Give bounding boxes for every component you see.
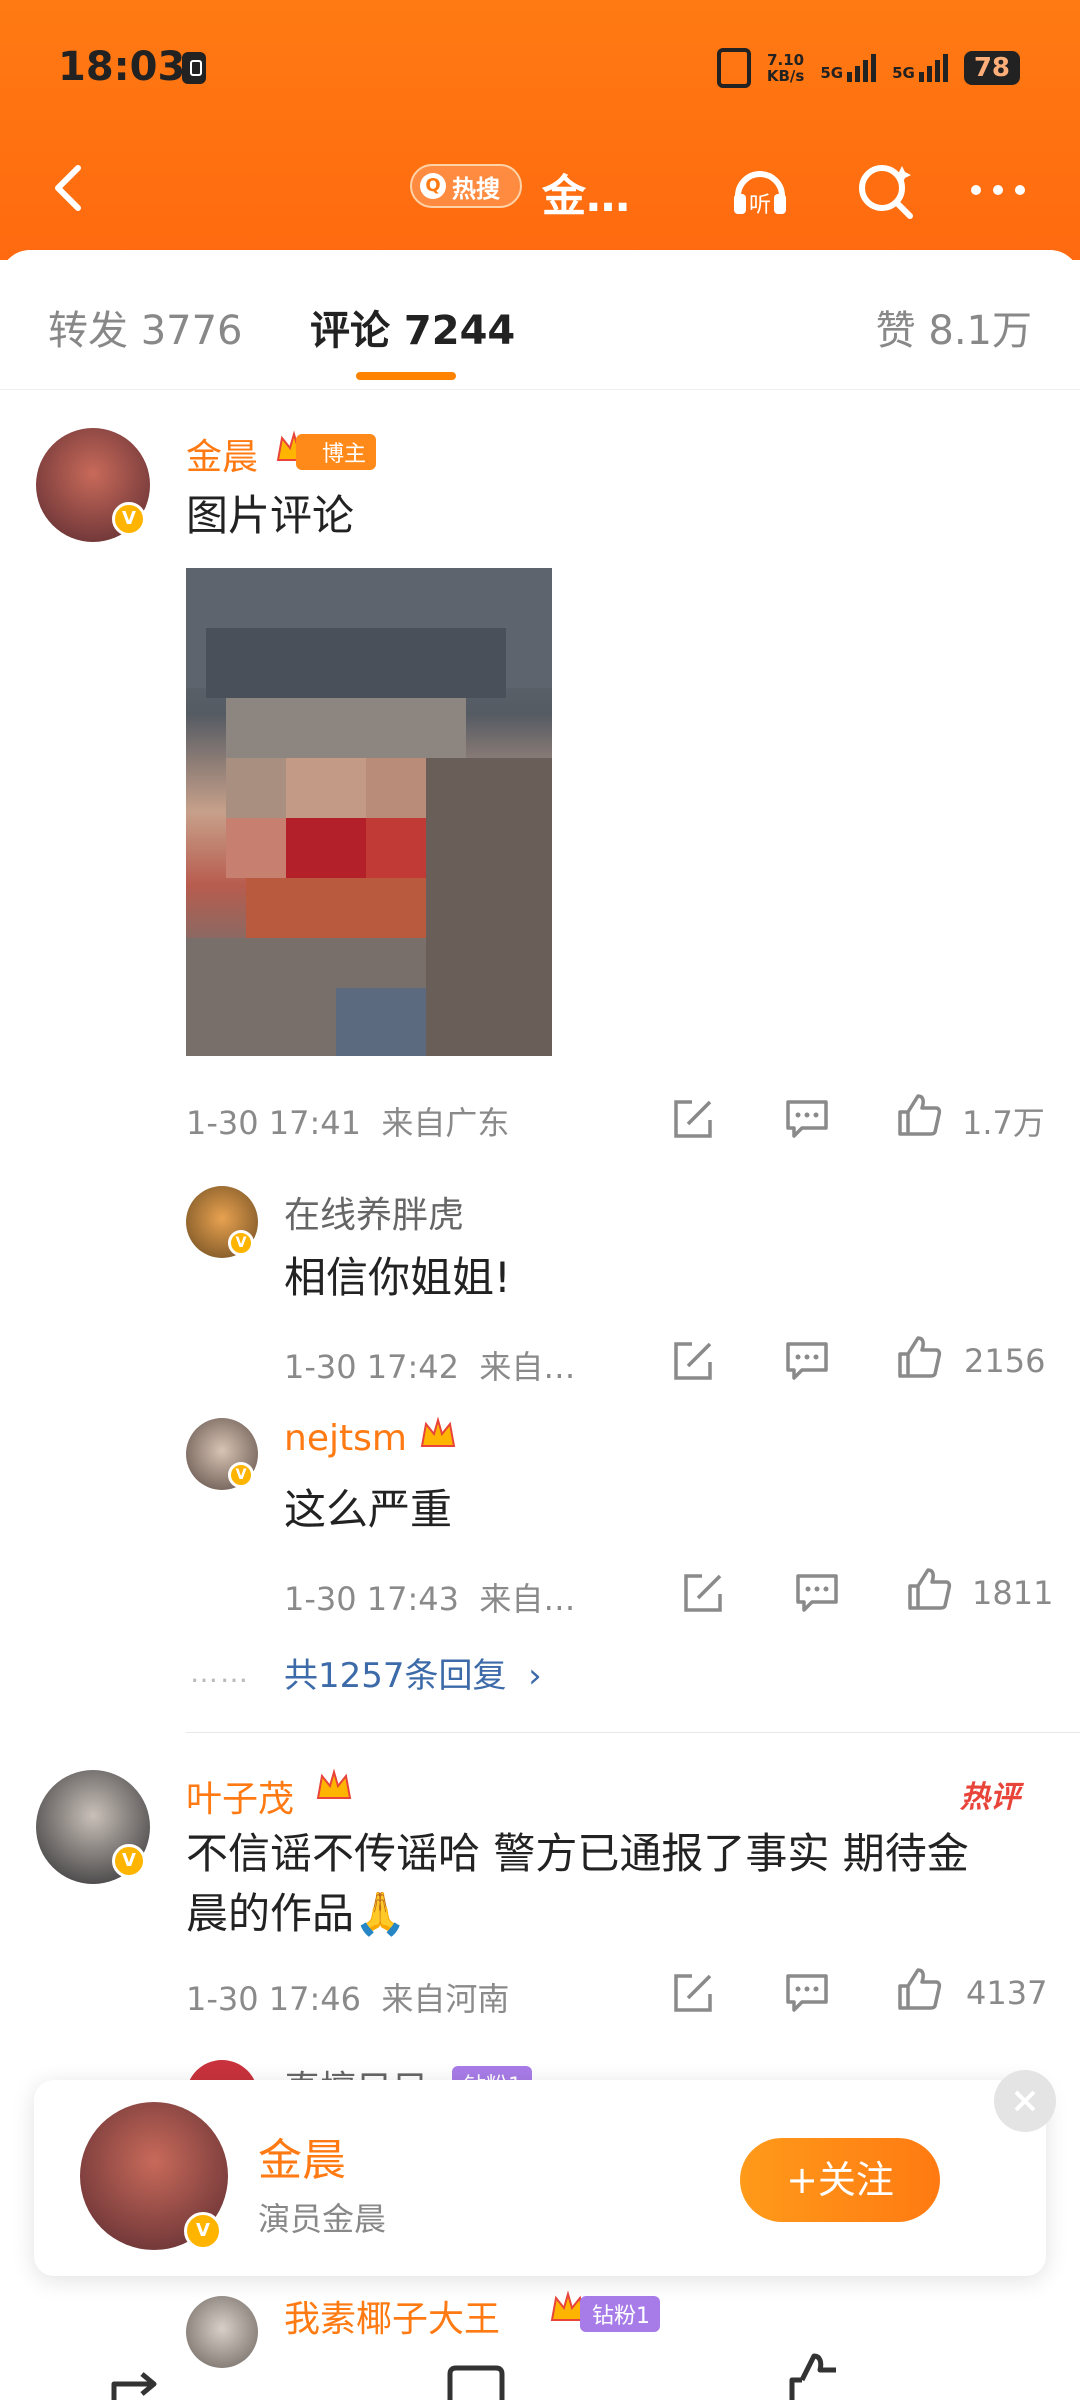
share-icon[interactable] [680,1570,726,1616]
comment-meta: 1-30 17:46 来自河南 [186,1980,510,2018]
reply-username[interactable]: 在线养胖虎 [284,1186,464,1238]
reply-text: 相信你姐姐! [284,1253,511,1302]
verified-badge-icon: V [228,1462,254,1488]
reply-meta: 1-30 17:42 来自… [284,1348,576,1386]
tab-bar: 转发 3776 评论 7244 赞 8.1万 [0,250,1080,390]
app-header: 18:03 7.10 KB/s 5G 5G 78 Q 热搜 金… 听 [0,0,1080,260]
view-all-replies-link[interactable]: 共1257条回复 › [284,1648,542,1697]
verified-badge-icon: V [112,502,146,536]
search-icon: Q [420,173,446,199]
verified-badge-icon: V [184,2212,222,2250]
like-icon[interactable] [896,1966,942,2012]
reply-meta: 1-30 17:43 来自… [284,1580,576,1618]
lock-icon [182,52,206,84]
like-count: 1.7万 [962,1104,1045,1142]
more-icon[interactable] [966,158,1030,222]
nav-bar: Q 热搜 金… 听 [0,150,1080,230]
comment-icon[interactable] [446,2364,506,2400]
comment-username[interactable]: 叶子茂 [186,1770,294,1822]
follow-button[interactable]: +关注 [740,2138,940,2222]
chevron-right-icon: › [517,1656,542,1696]
bottom-action-bar [0,2330,1080,2400]
share-icon[interactable] [670,1338,716,1384]
divider [186,1732,1080,1733]
reply-text: 这么严重 [284,1485,453,1534]
active-tab-indicator [356,372,456,380]
vibrate-icon [716,48,751,88]
follow-card-name[interactable]: 金晨 [258,2124,346,2188]
like-count: 1811 [972,1574,1054,1612]
like-count: 4137 [966,1974,1048,2012]
verified-badge-icon: V [228,1230,254,1256]
like-count: 2156 [964,1342,1046,1380]
comment-image[interactable] [186,568,552,1056]
net-speed: 7.10 KB/s [766,51,805,85]
verified-badge-icon: V [112,1844,146,1878]
pixelated-photo [186,568,552,1056]
crown-icon [420,1416,456,1447]
comment-text: 晨的作品🙏 [186,1889,407,1938]
search-icon[interactable] [854,158,918,222]
reply-username[interactable]: nejtsm [284,1418,407,1459]
hot-search-pill[interactable]: Q 热搜 [410,164,522,208]
tab-repost[interactable]: 转发 3776 [48,298,243,356]
signal-1: 5G [820,54,877,82]
follow-card: V 金晨 演员金晨 +关注 [34,2070,1056,2276]
fan-badge: 钻粉1 [580,2296,660,2332]
signal-bars-icon [847,54,877,82]
comment-username[interactable]: 金晨 [186,428,258,480]
repost-icon[interactable] [110,2364,170,2400]
follow-card-subtitle: 演员金晨 [258,2200,387,2238]
comment-icon[interactable] [784,1096,830,1142]
crown-icon [316,1768,352,1799]
page-title: 金… [542,171,630,222]
clock: 18:03 [58,44,186,90]
close-icon [1014,2090,1036,2112]
like-icon[interactable] [906,1566,952,1612]
blogger-badge: 博主 [296,434,377,470]
svg-text:听: 听 [749,193,771,218]
share-icon[interactable] [670,1970,716,2016]
back-arrow-icon[interactable] [40,158,100,218]
headphones-icon[interactable]: 听 [728,158,792,222]
tab-comments[interactable]: 评论 7244 [310,298,515,356]
signal-bars-icon [918,54,948,82]
signal-2: 5G [892,54,948,82]
battery-indicator: 78 [963,51,1020,85]
like-icon[interactable] [896,1092,942,1138]
tab-likes[interactable]: 赞 8.1万 [876,298,1032,356]
like-icon[interactable] [896,1334,942,1380]
share-icon[interactable] [670,1096,716,1142]
close-button[interactable] [994,2070,1056,2132]
comment-icon[interactable] [784,1970,830,2016]
like-icon[interactable] [786,2350,846,2400]
comment-icon[interactable] [784,1338,830,1384]
comment-text: 不信谣不传谣哈 警方已通报了事实 期待金 [186,1829,969,1878]
more-dots: …… [190,1656,250,1689]
comment-icon[interactable] [794,1570,840,1616]
hot-comment-tag: 热评 [960,1780,1020,1815]
comment-meta: 1-30 17:41 来自广东 [186,1104,510,1142]
comment-text: 图片评论 [186,491,355,540]
status-bar: 18:03 7.10 KB/s 5G 5G 78 [0,40,1080,100]
status-icons: 7.10 KB/s 5G 5G 78 [716,48,1020,88]
